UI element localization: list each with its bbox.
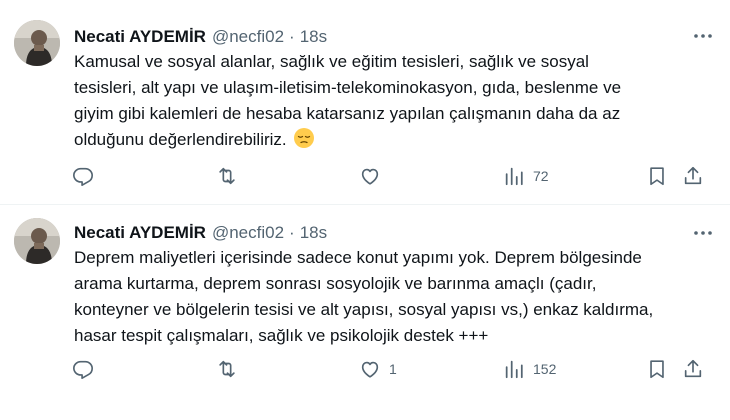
repost-button[interactable] — [216, 164, 246, 188]
like-count: 1 — [389, 361, 397, 377]
views-icon — [503, 358, 525, 380]
share-icon — [682, 358, 704, 380]
author-name[interactable]: Necati AYDEMİR — [74, 26, 206, 48]
tweet-text: Kamusal ve sosyal alanlar, sağlık ve eği… — [74, 49, 714, 157]
tweet[interactable]: Necati AYDEMİR @necfi02 · 18s Deprem mal… — [0, 205, 730, 420]
tweet-text-content: Kamusal ve sosyal alanlar, sağlık ve eği… — [74, 52, 622, 149]
views-count: 152 — [533, 361, 557, 377]
views-button[interactable]: 72 — [503, 164, 549, 188]
share-button[interactable] — [682, 164, 704, 188]
repost-icon — [216, 165, 238, 187]
separator-dot: · — [289, 223, 295, 242]
share-button[interactable] — [682, 357, 704, 381]
repost-icon — [216, 358, 238, 380]
like-icon — [359, 165, 381, 187]
avatar[interactable] — [14, 218, 60, 264]
timestamp[interactable]: 18s — [300, 26, 327, 48]
tweet-text-content: Deprem maliyetleri içerisinde sadece kon… — [74, 248, 654, 345]
views-count: 72 — [533, 168, 549, 184]
reply-icon — [72, 358, 94, 380]
author-handle[interactable]: @necfi02 — [212, 26, 284, 48]
reply-button[interactable] — [72, 164, 102, 188]
more-icon[interactable] — [692, 28, 714, 44]
tweet-actions: 72 — [72, 164, 712, 188]
tweet-actions: 1 152 — [72, 357, 712, 381]
bookmark-icon — [646, 165, 668, 187]
author-name[interactable]: Necati AYDEMİR — [74, 222, 206, 244]
separator-dot: · — [289, 27, 295, 46]
like-button[interactable]: 1 — [359, 357, 397, 381]
author-handle[interactable]: @necfi02 — [212, 222, 284, 244]
tweet-header: Necati AYDEMİR @necfi02 · 18s — [74, 26, 327, 48]
tweet-header: Necati AYDEMİR @necfi02 · 18s — [74, 222, 327, 244]
like-icon — [359, 358, 381, 380]
avatar[interactable] — [14, 20, 60, 66]
bookmark-button[interactable] — [646, 357, 668, 381]
timestamp[interactable]: 18s — [300, 222, 327, 244]
views-button[interactable]: 152 — [503, 357, 556, 381]
repost-button[interactable] — [216, 357, 246, 381]
reply-icon — [72, 165, 94, 187]
views-icon — [503, 165, 525, 187]
tweet[interactable]: Necati AYDEMİR @necfi02 · 18s Kamusal ve… — [0, 0, 730, 204]
tweet-text: Deprem maliyetleri içerisinde sadece kon… — [74, 245, 714, 349]
pensive-face-icon — [293, 127, 315, 157]
share-icon — [682, 165, 704, 187]
reply-button[interactable] — [72, 357, 102, 381]
like-button[interactable] — [359, 164, 389, 188]
bookmark-icon — [646, 358, 668, 380]
more-icon[interactable] — [692, 225, 714, 241]
bookmark-button[interactable] — [646, 164, 668, 188]
